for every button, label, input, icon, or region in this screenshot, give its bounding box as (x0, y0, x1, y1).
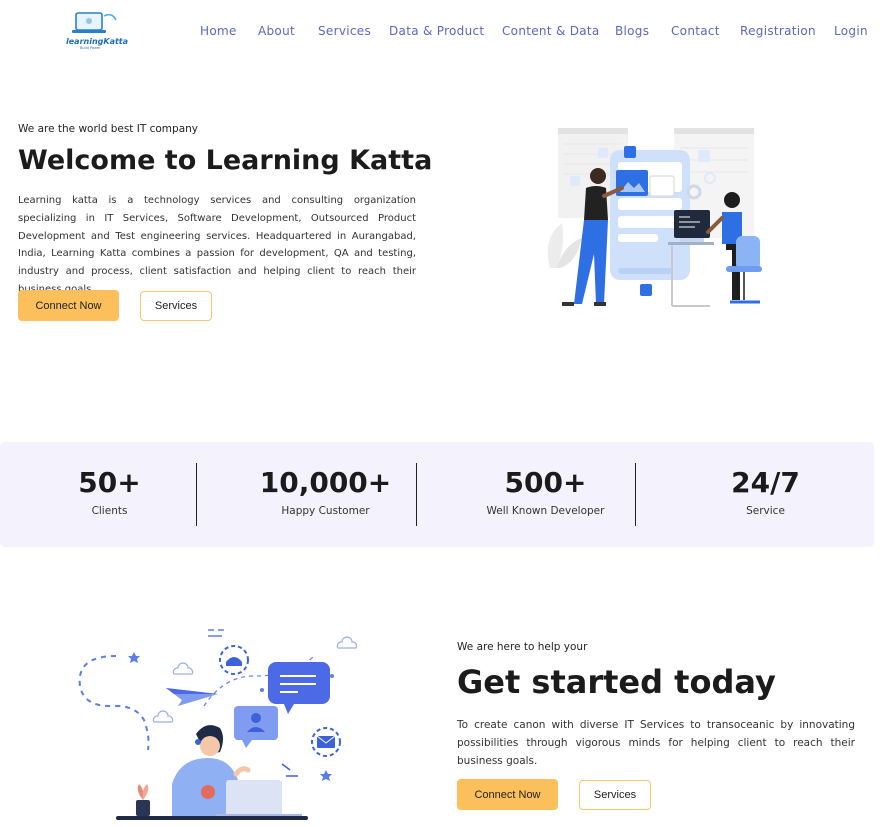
nav-content-data[interactable]: Content & Data (502, 24, 600, 38)
communication-illustration-icon (78, 629, 358, 820)
get-started-kicker: We are here to help your (457, 641, 588, 653)
stat-service: 24/7 Service (656, 442, 875, 547)
stat-label: Happy Customer (281, 505, 370, 517)
hero-connect-button[interactable]: Connect Now (18, 290, 119, 321)
stat-developers: 500+ Well Known Developer (436, 442, 655, 547)
nav-services[interactable]: Services (318, 24, 371, 38)
hero-services-button[interactable]: Services (140, 291, 212, 321)
nav-registration[interactable]: Registration (740, 24, 816, 38)
hero-illustration (540, 118, 776, 314)
stat-divider (635, 463, 636, 526)
stat-divider (196, 463, 197, 526)
stat-value: 24/7 (731, 466, 800, 499)
stat-value: 50+ (78, 466, 141, 499)
get-started-title: Get started today (457, 663, 776, 701)
stat-label: Well Known Developer (486, 505, 605, 517)
nav-login[interactable]: Login (834, 24, 868, 38)
main-nav: Home About Services Data & Product Conte… (0, 24, 888, 40)
get-started-connect-button[interactable]: Connect Now (457, 779, 558, 810)
nav-contact[interactable]: Contact (671, 24, 720, 38)
stats-band: 50+ Clients 10,000+ Happy Customer 500+ … (0, 442, 874, 547)
stat-label: Clients (91, 505, 128, 517)
brand-tagline: Build Power (80, 46, 101, 50)
stat-divider (416, 463, 417, 526)
stat-value: 500+ (504, 466, 587, 499)
developers-illustration-icon (547, 128, 762, 307)
hero-description: Learning katta is a technology services … (18, 195, 416, 295)
navbar: learningKatta Build Power Home About Ser… (0, 0, 888, 62)
stat-happy-customer: 10,000+ Happy Customer (216, 442, 435, 547)
nav-about[interactable]: About (258, 24, 295, 38)
stat-clients: 50+ Clients (0, 442, 219, 547)
hero-kicker: We are the world best IT company (18, 123, 198, 135)
stat-value: 10,000+ (259, 466, 392, 499)
hero-title: Welcome to Learning Katta (18, 145, 433, 176)
nav-home[interactable]: Home (200, 24, 237, 38)
nav-blogs[interactable]: Blogs (615, 24, 649, 38)
nav-data-product[interactable]: Data & Product (389, 24, 484, 38)
get-started-description: To create canon with diverse IT Services… (457, 719, 855, 767)
get-started-services-button[interactable]: Services (579, 780, 651, 810)
get-started-illustration (76, 624, 366, 827)
stat-label: Service (746, 505, 785, 517)
